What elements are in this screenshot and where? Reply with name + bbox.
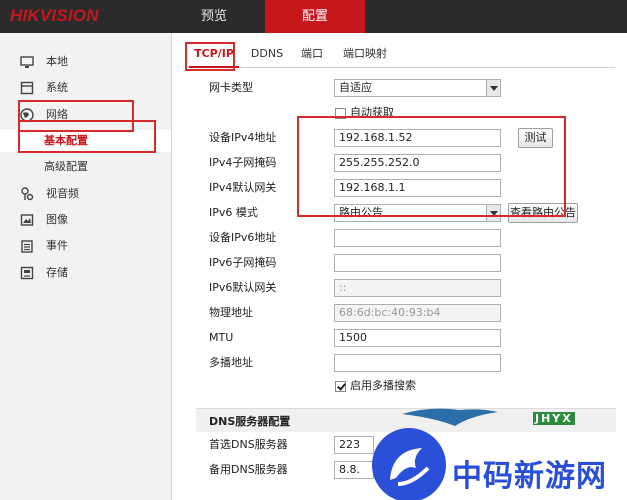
tab-ddns[interactable]: DDNS — [247, 42, 287, 68]
tab-port-mapping[interactable]: 端口映射 — [337, 42, 393, 68]
sidebar-item-label: 系统 — [46, 81, 68, 94]
sidebar-item-label: 网络 — [46, 108, 68, 121]
event-icon — [20, 239, 34, 253]
watermark-text: 中码新游网 — [452, 459, 607, 494]
multicast-search-label: 启用多播搜索 — [350, 379, 416, 392]
sidebar-item-label: 存储 — [46, 266, 68, 279]
ipv6-mode-value: 路由公告 — [339, 206, 383, 219]
sidebar-item-label: 高级配置 — [44, 160, 88, 173]
mtu-label: MTU — [209, 331, 234, 344]
image-icon — [20, 213, 34, 227]
system-icon — [20, 81, 34, 95]
sidebar-item-image[interactable]: 图像 — [0, 209, 171, 231]
dhcp-checkbox[interactable] — [335, 108, 346, 119]
sidebar-item-label: 图像 — [46, 213, 68, 226]
ipv6-mask-field[interactable] — [334, 254, 501, 272]
sidebar-item-storage[interactable]: 存储 — [0, 262, 171, 284]
view-route-advert-button[interactable]: 查看路由公告 — [508, 203, 578, 223]
mac-address-field: 68:6d:bc:40:93:b4 — [334, 304, 501, 322]
multicast-address-label: 多播地址 — [209, 356, 253, 369]
multicast-search-checkbox[interactable] — [335, 381, 346, 392]
sidebar-item-label: 视音频 — [46, 187, 79, 200]
nic-type-value: 自适应 — [339, 81, 372, 94]
ipv4-gateway-label: IPv4默认网关 — [209, 181, 277, 194]
ipv4-mask-field[interactable]: 255.255.252.0 — [334, 154, 501, 172]
watermark-logo-icon — [372, 428, 446, 500]
ipv6-gateway-label: IPv6默认网关 — [209, 281, 277, 294]
sidebar-item-video-audio[interactable]: 视音频 — [0, 183, 171, 205]
top-bar: HIKVISION 预览 配置 — [0, 0, 627, 33]
ipv4-address-label: 设备IPv4地址 — [209, 131, 277, 144]
ipv4-mask-label: IPv4子网掩码 — [209, 156, 277, 169]
chevron-down-icon[interactable] — [486, 205, 500, 221]
sidebar-item-label: 本地 — [46, 55, 68, 68]
mtu-field[interactable]: 1500 — [334, 329, 501, 347]
dns-section-title: DNS服务器配置 — [209, 415, 291, 428]
microphone-icon — [20, 187, 34, 201]
sidebar-item-event[interactable]: 事件 — [0, 235, 171, 257]
ipv6-address-label: 设备IPv6地址 — [209, 231, 277, 244]
watermark-tag: JHYX — [533, 412, 575, 425]
nav-config[interactable]: 配置 — [265, 0, 365, 33]
dhcp-label: 自动获取 — [350, 106, 394, 119]
monitor-icon — [20, 55, 34, 69]
primary-dns-field[interactable]: 223 — [334, 436, 374, 454]
ipv4-gateway-field[interactable]: 192.168.1.1 — [334, 179, 501, 197]
sidebar: 本地 系统 网络 基本配置 高级配置 视音频 图像 事件 存储 — [0, 33, 172, 500]
sidebar-item-basic-config[interactable]: 基本配置 — [0, 130, 171, 152]
chevron-down-icon[interactable] — [486, 80, 500, 96]
globe-icon — [20, 108, 34, 122]
secondary-dns-label: 备用DNS服务器 — [209, 463, 288, 476]
sidebar-item-network[interactable]: 网络 — [0, 104, 171, 126]
ipv6-mode-label: IPv6 模式 — [209, 206, 258, 219]
tab-tcpip[interactable]: TCP/IP — [189, 42, 239, 68]
tab-port[interactable]: 端口 — [295, 42, 329, 68]
sidebar-item-local[interactable]: 本地 — [0, 51, 171, 73]
sidebar-item-advanced-config[interactable]: 高级配置 — [0, 156, 171, 178]
sidebar-item-label: 基本配置 — [44, 134, 88, 147]
multicast-address-field[interactable] — [334, 354, 501, 372]
ipv6-mask-label: IPv6子网掩码 — [209, 256, 277, 269]
ipv6-address-field[interactable] — [334, 229, 501, 247]
ipv4-address-field[interactable]: 192.168.1.52 — [334, 129, 501, 147]
storage-icon — [20, 266, 34, 280]
nic-type-label: 网卡类型 — [209, 81, 253, 94]
mac-address-label: 物理地址 — [209, 306, 253, 319]
hikvision-logo: HIKVISION — [10, 6, 99, 25]
sidebar-item-label: 事件 — [46, 239, 68, 252]
nic-type-select[interactable]: 自适应 — [334, 79, 501, 97]
tab-bar: TCP/IP DDNS 端口 端口映射 — [185, 42, 615, 68]
secondary-dns-field[interactable]: 8.8. — [334, 461, 374, 479]
primary-dns-label: 首选DNS服务器 — [209, 438, 288, 451]
nav-preview[interactable]: 预览 — [165, 0, 263, 33]
ipv6-mode-select[interactable]: 路由公告 — [334, 204, 501, 222]
ipv6-gateway-field[interactable]: :: — [334, 279, 501, 297]
sidebar-item-system[interactable]: 系统 — [0, 77, 171, 99]
test-button[interactable]: 测试 — [518, 128, 553, 148]
